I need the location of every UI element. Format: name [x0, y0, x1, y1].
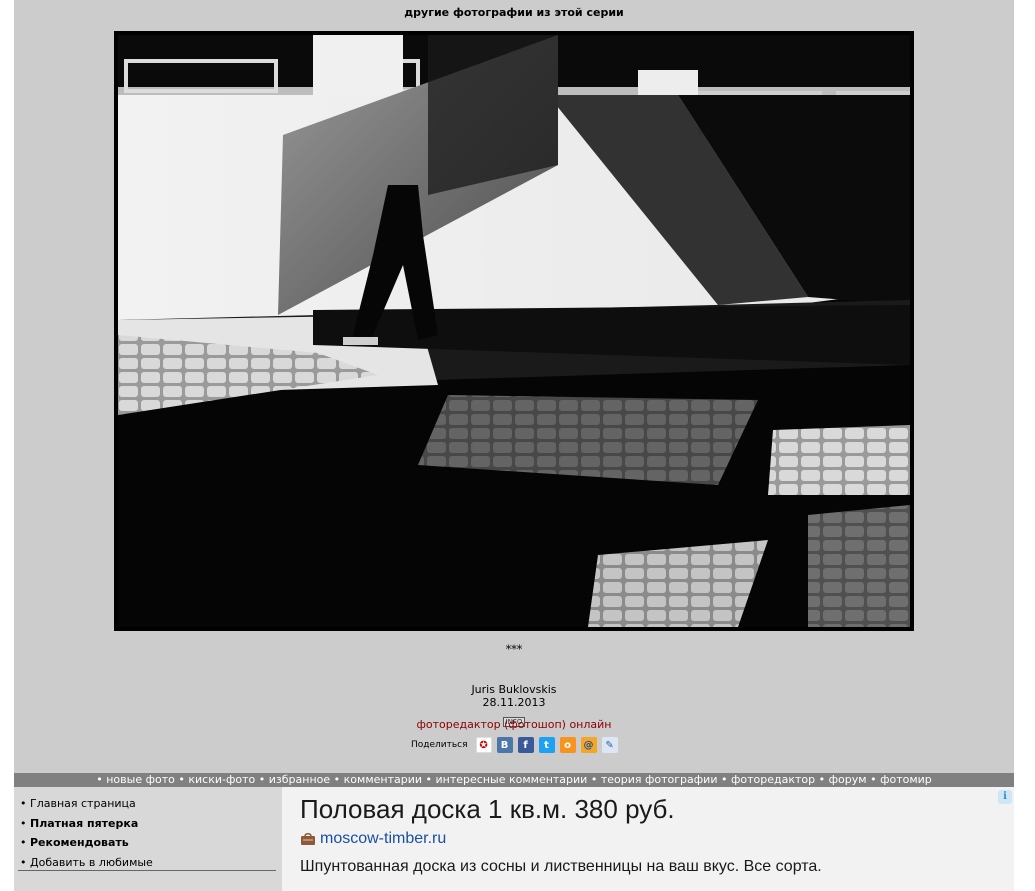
- vk-icon[interactable]: В: [496, 737, 513, 753]
- nav-comments[interactable]: комментарии: [344, 773, 422, 786]
- odnoklassniki-icon[interactable]: о: [559, 737, 576, 753]
- photo-date: 28.11.2013: [482, 696, 546, 709]
- menu-item-label: Добавить в любимые: [30, 855, 153, 869]
- author-name[interactable]: Juris Buklovskis: [14, 683, 1014, 696]
- menu-divider: [18, 870, 276, 871]
- nav-photo-editor[interactable]: фоторедактор: [731, 773, 815, 786]
- person-icon[interactable]: ✪: [475, 737, 492, 753]
- shop-bag-icon: [301, 832, 315, 845]
- ad-info-icon[interactable]: i: [998, 790, 1012, 804]
- main-photo[interactable]: [114, 31, 914, 631]
- nav-interesting-comments[interactable]: интересные комментарии: [436, 773, 588, 786]
- nav-new-photos[interactable]: новые фото: [106, 773, 175, 786]
- main-nav: • новые фото • киски-фото • избранное • …: [14, 773, 1014, 787]
- menu-item-recommend[interactable]: • Рекомендовать: [20, 833, 282, 853]
- ad-domain-row[interactable]: moscow-timber.ru: [300, 830, 446, 848]
- nav-forum[interactable]: форум: [829, 773, 867, 786]
- photo-title: ***: [505, 643, 523, 656]
- page-container: другие фотографии из этой серии *** Juri…: [14, 0, 1014, 891]
- facebook-icon[interactable]: f: [517, 737, 534, 753]
- ad-block[interactable]: Половая доска 1 кв.м. 380 руб. moscow-ti…: [282, 787, 1014, 891]
- share-bar: Поделиться ✪ В f t о @ ✎: [411, 736, 623, 754]
- mailru-icon[interactable]: @: [580, 737, 597, 753]
- twitter-icon[interactable]: t: [538, 737, 555, 753]
- other-photos-link[interactable]: другие фотографии из этой серии: [14, 6, 1014, 19]
- menu-item-home[interactable]: • Главная страница: [20, 794, 282, 814]
- nav-kiski-photo[interactable]: киски-фото: [188, 773, 255, 786]
- left-menu: • Главная страница • Платная пятерка • Р…: [14, 787, 282, 891]
- menu-item-label: Главная страница: [30, 797, 136, 810]
- livejournal-icon[interactable]: ✎: [601, 737, 618, 753]
- menu-item-paid-five[interactable]: • Платная пятерка: [20, 814, 282, 834]
- ad-domain[interactable]: moscow-timber.ru: [320, 830, 446, 848]
- nav-photomir[interactable]: фотомир: [880, 773, 932, 786]
- nav-photo-theory[interactable]: теория фотографии: [601, 773, 718, 786]
- photo-editor-link[interactable]: фоторедактор (фотошоп) онлайн: [14, 718, 1014, 731]
- share-label: Поделиться: [411, 740, 468, 750]
- menu-item-label: Рекомендовать: [30, 836, 129, 849]
- menu-item-label: Платная пятерка: [30, 816, 139, 830]
- ad-title[interactable]: Половая доска 1 кв.м. 380 руб.: [300, 794, 675, 825]
- photo-image: [118, 35, 910, 627]
- ad-text: Шпунтованная доска из сосны и лиственниц…: [300, 858, 822, 875]
- nav-favorites[interactable]: избранное: [269, 773, 330, 786]
